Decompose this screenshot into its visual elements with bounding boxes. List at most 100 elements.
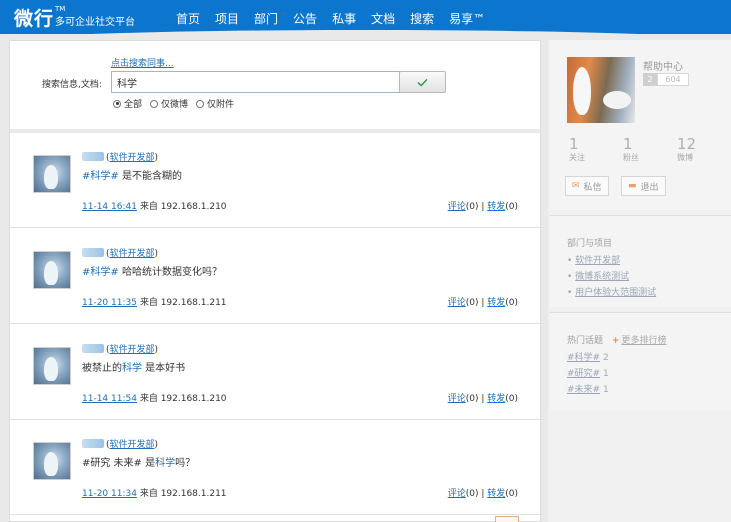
search-label: 搜索信息,文档:	[42, 80, 102, 90]
logout-button[interactable]: ▬ 退出	[621, 176, 666, 196]
nav-announcements[interactable]: 公告	[293, 10, 317, 27]
dept-project-box: 部门与项目 • 软件开发部 • 微博系统测试 • 用户体验大范围测试	[550, 215, 731, 307]
keyword-highlight: 科学	[155, 458, 176, 469]
post-meta: 11-14 11:54 来自 192.168.1.210	[82, 394, 227, 404]
profile-card: 帮助中心 2 604 1 关注 1 粉丝 12 微博 ✉ 私信 ▬ 退出	[550, 40, 731, 210]
post-author: (软件开发部)	[82, 246, 158, 259]
radio-all[interactable]: 全部	[113, 97, 142, 110]
mail-icon: ✉	[572, 181, 580, 191]
radio-weibo-only[interactable]: 仅微博	[150, 97, 188, 110]
stat-weibo[interactable]: 12 微博	[677, 136, 731, 163]
user-avatar[interactable]	[33, 251, 71, 289]
author-name[interactable]	[82, 344, 104, 353]
plus-icon: +	[611, 336, 620, 346]
topic-link[interactable]: #科学#	[82, 171, 119, 182]
top-header: 微行 TM 多可企业社交平台 首页 项目 部门 公告 私事 文档 搜索 易享™	[0, 0, 731, 34]
radio-checked-icon	[113, 99, 121, 108]
search-input[interactable]	[111, 71, 405, 93]
stat-followers[interactable]: 1 粉丝	[623, 136, 677, 163]
hot-topics-box: 热门话题 + 更多排行榜 #科学# 2 #研究# 1 #未来# 1	[550, 312, 731, 410]
stat-following[interactable]: 1 关注	[569, 136, 623, 163]
search-colleague-link[interactable]: 点击搜索同事...	[111, 56, 174, 69]
post-body: 被禁止的科学 是本好书	[82, 363, 186, 374]
level-badge: 2	[643, 73, 657, 86]
nav-departments[interactable]: 部门	[254, 10, 278, 27]
post-body: #科学# 哈哈统计数据变化吗？	[82, 267, 222, 278]
check-icon	[417, 78, 428, 87]
post-actions: 评论(0) | 转发(0)	[447, 394, 518, 404]
comment-link[interactable]: 评论	[448, 298, 466, 308]
dept-item[interactable]: 软件开发部	[575, 256, 620, 266]
comment-link[interactable]: 评论	[448, 202, 466, 212]
feed-post: (软件开发部) #研究 未来# 是科学吗？ 11-20 11:34 来自 192…	[10, 420, 540, 515]
dept-project-list: • 软件开发部 • 微博系统测试 • 用户体验大范围测试	[567, 256, 657, 298]
user-level: 2 604	[643, 73, 689, 86]
nav-yishare[interactable]: 易享™	[449, 10, 485, 27]
feed-post: (软件开发部) #科学# 哈哈统计数据变化吗？ 11-20 11:35 来自 1…	[10, 229, 540, 324]
post-body: #科学# 是不能含糊的	[82, 171, 182, 182]
right-sidebar: 帮助中心 2 604 1 关注 1 粉丝 12 微博 ✉ 私信 ▬ 退出 部门与项目 • …	[548, 40, 731, 522]
more-rankings-link[interactable]: 更多排行榜	[621, 336, 666, 346]
nav-home[interactable]: 首页	[176, 10, 200, 27]
keyword-highlight: 科学	[122, 363, 142, 374]
profile-photo[interactable]	[567, 57, 635, 123]
dept-project-title: 部门与项目	[567, 239, 613, 249]
radio-attachment-only[interactable]: 仅附件	[196, 97, 234, 110]
author-name[interactable]	[82, 439, 104, 448]
forward-link[interactable]: 转发	[487, 298, 505, 308]
author-name[interactable]	[82, 152, 104, 161]
topic-link[interactable]: #未来#	[567, 385, 600, 395]
author-dept: (软件开发部)	[106, 345, 159, 355]
post-time-link[interactable]: 11-20 11:34	[82, 489, 137, 499]
project-item[interactable]: 微博系统测试	[575, 272, 629, 282]
main-nav: 首页 项目 部门 公告 私事 文档 搜索 易享™	[176, 10, 500, 27]
comment-link[interactable]: 评论	[448, 394, 466, 404]
author-dept: (软件开发部)	[106, 440, 159, 450]
radio-unchecked-icon	[196, 99, 205, 108]
project-item[interactable]: 用户体验大范围测试	[575, 288, 656, 298]
app-subtitle: 多可企业社交平台	[55, 17, 135, 28]
post-time-link[interactable]: 11-20 11:35	[82, 298, 137, 308]
search-scope: 全部 仅微博 仅附件	[113, 97, 242, 110]
post-meta: 11-20 11:35 来自 192.168.1.211	[82, 298, 227, 308]
main-panel: 点击搜索同事... 搜索信息,文档: 全部 仅微博 仅附件 (软件开发部) #科…	[9, 40, 541, 522]
nav-search[interactable]: 搜索	[410, 10, 434, 27]
post-author: (软件开发部)	[82, 342, 158, 355]
post-meta: 11-20 11:34 来自 192.168.1.211	[82, 489, 227, 499]
author-dept: (软件开发部)	[106, 153, 159, 163]
feed-post: (软件开发部) #科学# 是不能含糊的 11-14 16:41 来自 192.1…	[10, 133, 540, 228]
topic-link[interactable]: #科学#	[82, 267, 119, 278]
post-author: (软件开发部)	[82, 437, 158, 450]
dept-link[interactable]: 软件开发部	[110, 345, 155, 355]
user-stats: 1 关注 1 粉丝 12 微博	[569, 136, 731, 163]
pagination[interactable]	[495, 516, 519, 522]
post-author: (软件开发部)	[82, 150, 158, 163]
comment-link[interactable]: 评论	[448, 489, 466, 499]
post-actions: 评论(0) | 转发(0)	[447, 298, 518, 308]
hot-topics-header: 热门话题 + 更多排行榜	[567, 336, 667, 346]
forward-link[interactable]: 转发	[487, 394, 505, 404]
nav-documents[interactable]: 文档	[371, 10, 395, 27]
post-time-link[interactable]: 11-14 11:54	[82, 394, 137, 404]
message-button[interactable]: ✉ 私信	[565, 176, 609, 196]
search-button[interactable]	[399, 71, 446, 93]
user-avatar[interactable]	[33, 347, 71, 385]
user-avatar[interactable]	[33, 442, 71, 480]
help-center-link[interactable]: 帮助中心	[643, 58, 683, 73]
topic-link[interactable]: #科学#	[567, 353, 600, 363]
topic-link[interactable]: #研究#	[567, 369, 600, 379]
dept-link[interactable]: 软件开发部	[110, 249, 155, 259]
user-avatar[interactable]	[33, 155, 71, 193]
minus-icon: ▬	[628, 181, 637, 191]
level-value: 604	[657, 73, 689, 86]
dept-link[interactable]: 软件开发部	[110, 153, 155, 163]
nav-private[interactable]: 私事	[332, 10, 356, 27]
author-name[interactable]	[82, 248, 104, 257]
dept-link[interactable]: 软件开发部	[110, 440, 155, 450]
forward-link[interactable]: 转发	[487, 489, 505, 499]
post-time-link[interactable]: 11-14 16:41	[82, 202, 137, 212]
app-logo[interactable]: 微行	[14, 4, 54, 31]
feed-post: (软件开发部) 被禁止的科学 是本好书 11-14 11:54 来自 192.1…	[10, 325, 540, 420]
nav-projects[interactable]: 项目	[215, 10, 239, 27]
forward-link[interactable]: 转发	[487, 202, 505, 212]
